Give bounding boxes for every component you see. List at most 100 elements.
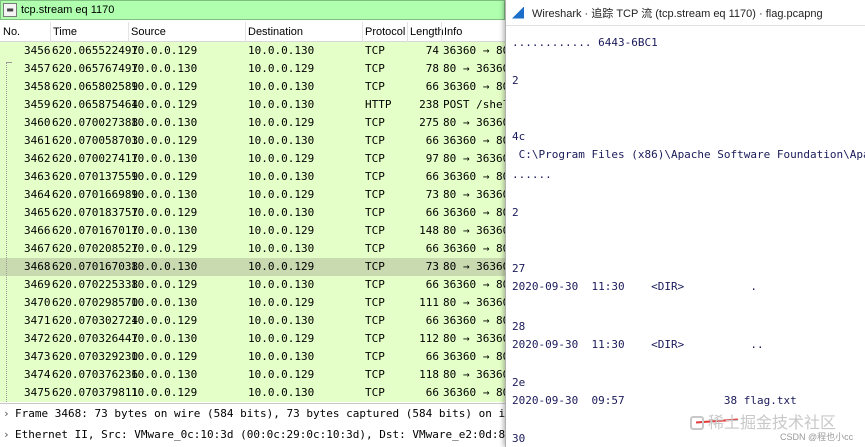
- column-header-destination[interactable]: Destination: [248, 26, 303, 38]
- packet-cell-dst: 10.0.0.130: [248, 44, 315, 57]
- packet-row[interactable]: 3471 620.070302724 10.0.0.129 10.0.0.130 TCP…: [0, 312, 505, 330]
- packet-cell-dst: 10.0.0.130: [248, 314, 315, 327]
- packet-row[interactable]: 3461 620.070058703 10.0.0.129 10.0.0.130 TCP…: [0, 132, 505, 150]
- packet-row[interactable]: 3464 620.070166989 10.0.0.130 10.0.0.129 TCP…: [0, 186, 505, 204]
- packet-cell-time: 620.070298570: [52, 296, 139, 309]
- packet-row[interactable]: 3463 620.070137559 10.0.0.129 10.0.0.130 TCP…: [0, 168, 505, 186]
- packet-cell-info: 80 → 36360: [443, 224, 505, 237]
- packet-row[interactable]: 3466 620.070167017 10.0.0.130 10.0.0.129 TCP…: [0, 222, 505, 240]
- stream-line: 4c: [512, 130, 526, 143]
- packet-cell-src: 10.0.0.130: [131, 62, 198, 75]
- packet-cell-proto: TCP: [365, 386, 385, 399]
- packet-row[interactable]: 3460 620.070027388 10.0.0.130 10.0.0.129 TCP…: [0, 114, 505, 132]
- packet-cell-proto: TCP: [365, 260, 385, 273]
- packet-cell-dst: 10.0.0.130: [248, 80, 315, 93]
- packet-cell-len: 111: [419, 296, 439, 309]
- packet-cell-time: 620.070167017: [52, 224, 139, 237]
- packet-cell-src: 10.0.0.129: [131, 386, 198, 399]
- packet-cell-no: 3474: [24, 368, 51, 381]
- expand-arrow-icon[interactable]: ›: [3, 428, 15, 441]
- packet-cell-proto: TCP: [365, 80, 385, 93]
- column-header-no[interactable]: No.: [3, 26, 20, 38]
- packet-row-selected[interactable]: 3468 620.070167038 10.0.0.130 10.0.0.129 TCP…: [0, 258, 505, 276]
- stream-line: 2020-09-30 11:30 <DIR> ..: [512, 338, 764, 351]
- column-header-info[interactable]: Info: [444, 26, 462, 38]
- packet-cell-proto: TCP: [365, 206, 385, 219]
- packet-row[interactable]: 3457 620.065767497 10.0.0.130 10.0.0.129 TCP…: [0, 60, 505, 78]
- packet-cell-proto: TCP: [365, 314, 385, 327]
- packet-row[interactable]: 3475 620.070379811 10.0.0.129 10.0.0.130 TCP…: [0, 384, 505, 402]
- packet-row[interactable]: 3467 620.070208527 10.0.0.129 10.0.0.130 TCP…: [0, 240, 505, 258]
- packet-row[interactable]: 3459 620.065875464 10.0.0.129 10.0.0.130 HTT…: [0, 96, 505, 114]
- packet-cell-no: 3468: [24, 260, 51, 273]
- packet-cell-no: 3464: [24, 188, 51, 201]
- packet-cell-len: 148: [419, 224, 439, 237]
- column-header-time[interactable]: Time: [53, 26, 77, 38]
- packet-cell-src: 10.0.0.129: [131, 98, 198, 111]
- packet-cell-proto: TCP: [365, 332, 385, 345]
- packet-cell-src: 10.0.0.130: [131, 296, 198, 309]
- packet-cell-proto: TCP: [365, 152, 385, 165]
- expand-arrow-icon[interactable]: ›: [3, 407, 15, 420]
- packet-cell-no: 3459: [24, 98, 51, 111]
- packet-row[interactable]: 3473 620.070329230 10.0.0.129 10.0.0.130 TCP…: [0, 348, 505, 366]
- window-title-bar[interactable]: Wireshark · 追踪 TCP 流 (tcp.stream eq 1170…: [506, 0, 865, 26]
- packet-cell-dst: 10.0.0.130: [248, 170, 315, 183]
- stream-line: 2: [512, 206, 519, 219]
- stream-line: 30: [512, 432, 526, 445]
- packet-cell-time: 620.070225338: [52, 278, 139, 291]
- packet-rows: 3456 620.065522497 10.0.0.129 10.0.0.130 TCP…: [0, 42, 505, 402]
- packet-cell-len: 66: [425, 314, 439, 327]
- detail-frame-row[interactable]: › Frame 3468: 73 bytes on wire (584 bits)…: [3, 407, 505, 425]
- packet-row[interactable]: 3474 620.070376236 10.0.0.130 10.0.0.129 TCP…: [0, 366, 505, 384]
- packet-cell-dst: 10.0.0.129: [248, 332, 315, 345]
- packet-cell-info: 80 → 36360: [443, 296, 505, 309]
- display-filter-input[interactable]: tcp.stream eq 1170: [21, 4, 114, 16]
- packet-cell-len: 66: [425, 80, 439, 93]
- packet-cell-src: 10.0.0.129: [131, 44, 198, 57]
- packet-cell-dst: 10.0.0.129: [248, 260, 315, 273]
- packet-cell-proto: TCP: [365, 116, 385, 129]
- packet-cell-src: 10.0.0.130: [131, 188, 198, 201]
- packet-row[interactable]: 3469 620.070225338 10.0.0.129 10.0.0.130 TCP…: [0, 276, 505, 294]
- packet-cell-dst: 10.0.0.130: [248, 242, 315, 255]
- packet-row[interactable]: 3462 620.070027417 10.0.0.130 10.0.0.129 TCP…: [0, 150, 505, 168]
- packet-row[interactable]: 3470 620.070298570 10.0.0.130 10.0.0.129 TCP…: [0, 294, 505, 312]
- column-header-protocol[interactable]: Protocol: [365, 26, 405, 38]
- packet-cell-src: 10.0.0.129: [131, 278, 198, 291]
- stream-content[interactable]: ............ 6443-6BC1 2 4c C:\Program Fil…: [506, 26, 865, 447]
- packet-cell-dst: 10.0.0.129: [248, 188, 315, 201]
- packet-cell-time: 620.070058703: [52, 134, 139, 147]
- packet-cell-info: 36360 → 80: [443, 242, 505, 255]
- packet-row[interactable]: 3465 620.070183757 10.0.0.129 10.0.0.130 TCP…: [0, 204, 505, 222]
- column-header-length[interactable]: Length: [410, 26, 444, 38]
- packet-row[interactable]: 3458 620.065802589 10.0.0.129 10.0.0.130 TCP…: [0, 78, 505, 96]
- packet-cell-src: 10.0.0.130: [131, 152, 198, 165]
- packet-cell-proto: HTTP: [365, 98, 392, 111]
- packet-row[interactable]: 3472 620.070326447 10.0.0.130 10.0.0.129 TCP…: [0, 330, 505, 348]
- packet-row[interactable]: 3456 620.065522497 10.0.0.129 10.0.0.130 TCP…: [0, 42, 505, 60]
- packet-cell-time: 620.070329230: [52, 350, 139, 363]
- packet-list-window: ▬ tcp.stream eq 1170 No. Time Source Des…: [0, 0, 505, 447]
- packet-cell-dst: 10.0.0.129: [248, 116, 315, 129]
- packet-cell-time: 620.070208527: [52, 242, 139, 255]
- packet-cell-no: 3461: [24, 134, 51, 147]
- bookmark-icon[interactable]: ▬: [3, 3, 17, 17]
- packet-cell-len: 238: [419, 98, 439, 111]
- detail-ethernet-row[interactable]: › Ethernet II, Src: VMware_0c:10:3d (00:0…: [3, 428, 505, 446]
- packet-cell-time: 620.070376236: [52, 368, 139, 381]
- packet-cell-no: 3473: [24, 350, 51, 363]
- packet-cell-no: 3466: [24, 224, 51, 237]
- stream-line: 2e: [512, 376, 526, 389]
- stream-line: ............ 6443-6BC1: [512, 36, 658, 49]
- packet-cell-proto: TCP: [365, 278, 385, 291]
- packet-cell-len: 97: [425, 152, 439, 165]
- packet-cell-dst: 10.0.0.129: [248, 152, 315, 165]
- packet-cell-len: 66: [425, 170, 439, 183]
- packet-cell-time: 620.065522497: [52, 44, 139, 57]
- display-filter-bar[interactable]: ▬ tcp.stream eq 1170: [0, 0, 505, 20]
- packet-cell-proto: TCP: [365, 224, 385, 237]
- column-header-source[interactable]: Source: [131, 26, 166, 38]
- packet-cell-len: 78: [425, 62, 439, 75]
- packet-cell-time: 620.065802589: [52, 80, 139, 93]
